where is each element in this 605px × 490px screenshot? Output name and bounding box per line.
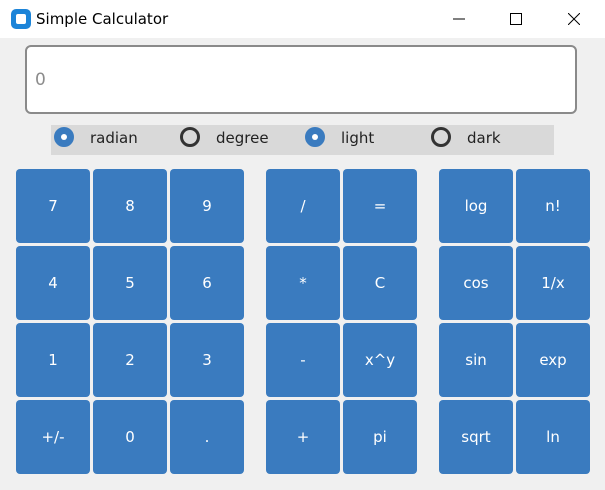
radio-label: radian [90,129,138,147]
key-2[interactable]: 2 [93,323,167,397]
app-icon [11,9,31,29]
key-6[interactable]: 6 [170,246,244,320]
key-subtract[interactable]: - [266,323,340,397]
minimize-button[interactable] [436,0,482,38]
display-field[interactable]: 0 [25,45,577,114]
window-title: Simple Calculator [36,10,169,28]
radio-label: dark [467,129,501,147]
key-power[interactable]: x^y [343,323,417,397]
display-value: 0 [35,70,46,90]
radio-label: degree [216,129,269,147]
key-pi[interactable]: pi [343,400,417,474]
key-reciprocal[interactable]: 1/x [516,246,590,320]
radio-label: light [341,129,375,147]
radio-indicator-icon [431,127,451,147]
key-divide[interactable]: / [266,169,340,243]
key-sqrt[interactable]: sqrt [439,400,513,474]
radio-indicator-icon [54,127,74,147]
minimize-icon [453,18,465,20]
key-add[interactable]: + [266,400,340,474]
key-cos[interactable]: cos [439,246,513,320]
maximize-icon [510,13,522,25]
key-7[interactable]: 7 [16,169,90,243]
key-log[interactable]: log [439,169,513,243]
maximize-button[interactable] [493,0,539,38]
key-clear[interactable]: C [343,246,417,320]
calculator-body: 0 radian degree light dark 7 8 9 4 5 6 1… [0,38,605,490]
close-button[interactable] [551,0,597,38]
key-decimal[interactable]: . [170,400,244,474]
radio-indicator-icon [305,127,325,147]
options-bar: radian degree light dark [51,125,554,155]
title-bar: Simple Calculator [0,0,605,38]
key-0[interactable]: 0 [93,400,167,474]
key-negate[interactable]: +/- [16,400,90,474]
key-ln[interactable]: ln [516,400,590,474]
key-9[interactable]: 9 [170,169,244,243]
key-5[interactable]: 5 [93,246,167,320]
key-1[interactable]: 1 [16,323,90,397]
key-factorial[interactable]: n! [516,169,590,243]
key-multiply[interactable]: * [266,246,340,320]
key-3[interactable]: 3 [170,323,244,397]
key-equals[interactable]: = [343,169,417,243]
key-exp[interactable]: exp [516,323,590,397]
radio-indicator-icon [180,127,200,147]
key-sin[interactable]: sin [439,323,513,397]
key-4[interactable]: 4 [16,246,90,320]
close-icon [568,13,580,25]
key-8[interactable]: 8 [93,169,167,243]
